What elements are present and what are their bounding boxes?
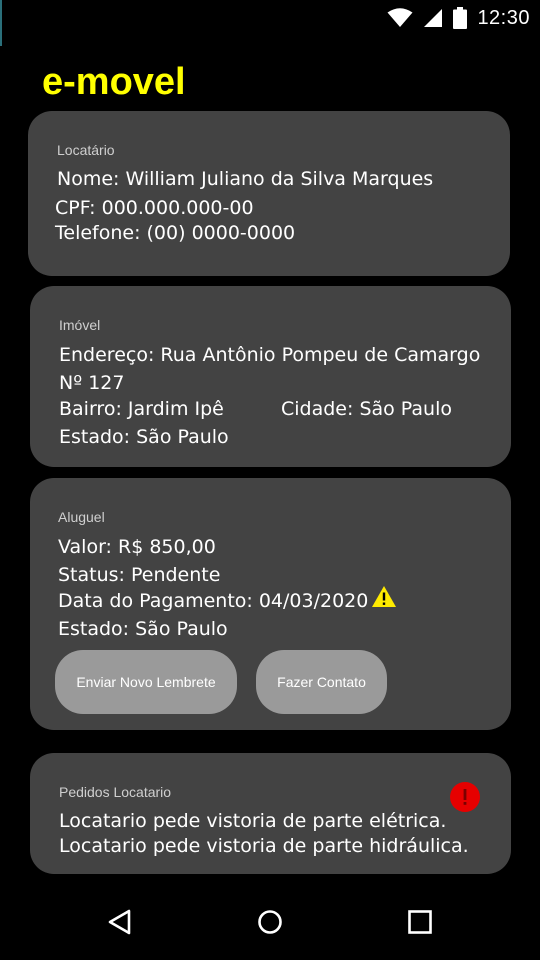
send-reminder-button[interactable]: Enviar Novo Lembrete: [55, 650, 237, 714]
property-address: Endereço: Rua Antônio Pompeu de Camargo: [59, 344, 481, 366]
wifi-icon: [387, 8, 413, 28]
property-city: Cidade: São Paulo: [281, 398, 452, 420]
tenant-card: Locatário Nome: William Juliano da Silva…: [28, 111, 510, 276]
rent-status: Status: Pendente: [58, 564, 221, 586]
property-number: Nº 127: [59, 372, 125, 394]
rent-value: Valor: R$ 850,00: [58, 536, 216, 558]
status-icons: 12:30: [387, 4, 530, 32]
request-item: Locatario pede vistoria de parte hidrául…: [59, 835, 469, 857]
app-title: e-movel: [42, 61, 186, 103]
alert-icon: [450, 782, 480, 816]
tenant-card-header: Locatário: [57, 142, 115, 158]
app-screen: 12:30 e-movel Locatário Nome: William Ju…: [0, 0, 540, 960]
requests-card-header: Pedidos Locatario: [59, 784, 172, 800]
battery-icon: [453, 7, 468, 29]
property-state: Estado: São Paulo: [59, 426, 229, 448]
navigation-bar: [0, 884, 540, 960]
tenant-name: Nome: William Juliano da Silva Marques: [57, 168, 434, 190]
rent-payment-date: Data do Pagamento: 04/03/2020: [58, 590, 369, 612]
property-card-header: Imóvel: [59, 317, 101, 333]
rent-card: Aluguel Valor: R$ 850,00 Status: Pendent…: [30, 478, 511, 730]
warning-icon: [371, 585, 397, 612]
make-contact-button[interactable]: Fazer Contato: [256, 650, 387, 714]
status-bar: 12:30: [0, 0, 540, 46]
request-item: Locatario pede vistoria de parte elétric…: [59, 810, 447, 832]
back-icon[interactable]: [104, 906, 136, 938]
status-clock: 12:30: [477, 6, 530, 29]
requests-card: Pedidos Locatario Locatario pede vistori…: [30, 753, 511, 874]
recents-icon[interactable]: [404, 906, 436, 938]
tenant-cpf: CPF: 000.000.000-00: [55, 197, 254, 219]
property-card: Imóvel Endereço: Rua Antônio Pompeu de C…: [30, 286, 511, 467]
status-edge-accent: [0, 0, 2, 46]
rent-card-header: Aluguel: [58, 509, 105, 525]
property-neighborhood: Bairro: Jardim Ipê: [59, 398, 224, 420]
signal-icon: [423, 8, 443, 28]
rent-state: Estado: São Paulo: [58, 618, 228, 640]
tenant-phone: Telefone: (00) 0000-0000: [55, 222, 296, 244]
home-icon[interactable]: [254, 906, 286, 938]
